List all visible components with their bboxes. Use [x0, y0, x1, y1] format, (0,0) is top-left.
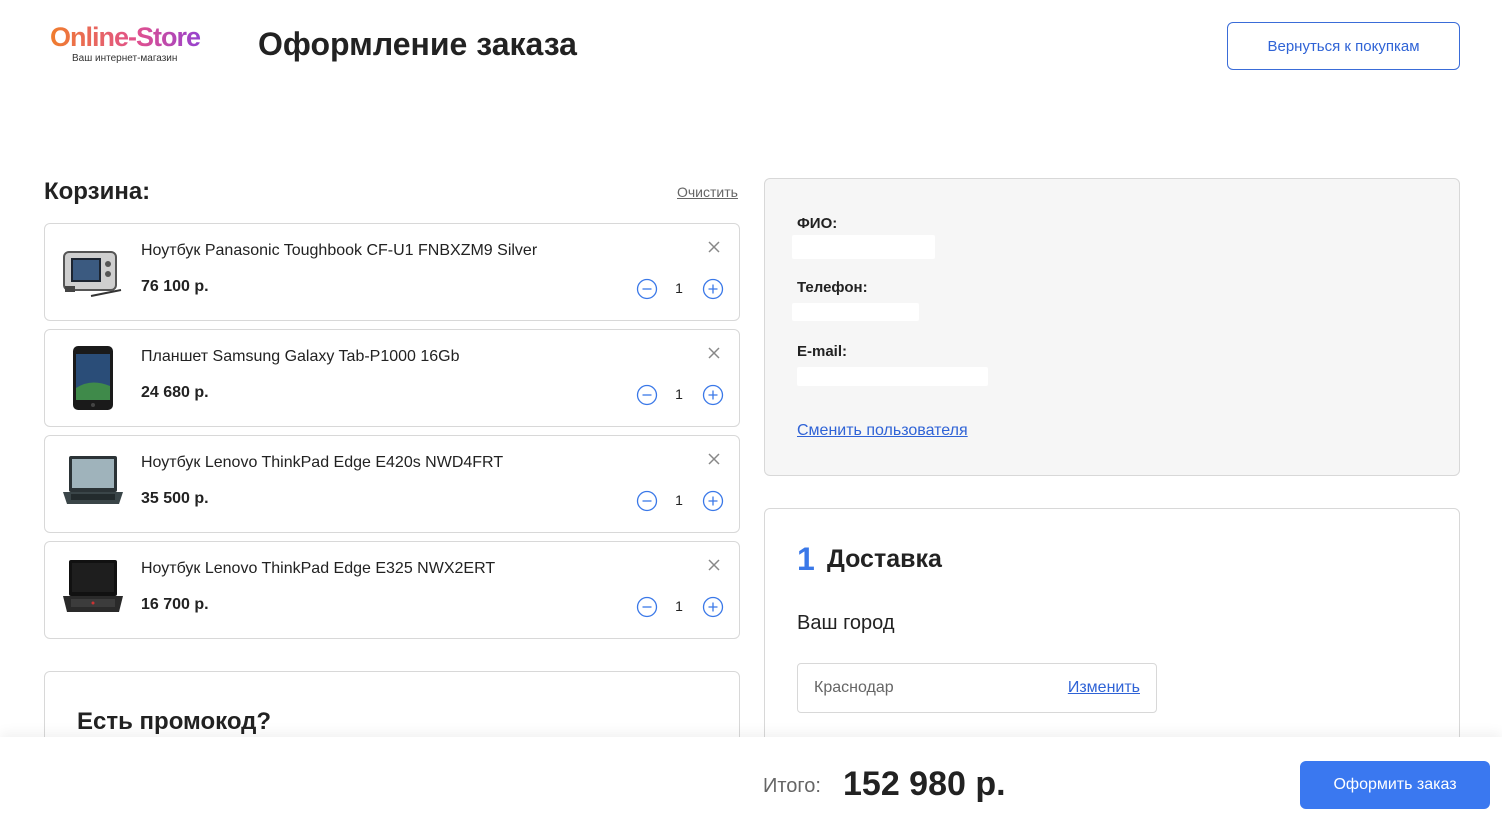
rugged-laptop-image[interactable] [61, 238, 125, 304]
delivery-title: Доставка [827, 545, 942, 573]
total-label: Итого: [763, 775, 821, 797]
change-city-link[interactable]: Изменить [1068, 679, 1140, 697]
decrease-quantity-icon[interactable] [636, 278, 658, 300]
item-price: 24 680 р. [141, 384, 209, 401]
page-title: Оформление заказа [258, 26, 577, 62]
remove-item-icon[interactable] [705, 238, 723, 256]
city-value: Краснодар [814, 679, 894, 696]
cart-item: Ноутбук Lenovo ThinkPad Edge E325 NWX2ER… [44, 541, 740, 639]
decrease-quantity-icon[interactable] [636, 596, 658, 618]
laptop-image[interactable] [61, 450, 125, 516]
store-logo[interactable]: Online-Store Ваш интернет-магазин [50, 22, 210, 64]
email-label: E-mail: [797, 343, 848, 360]
increase-quantity-icon[interactable] [702, 384, 724, 406]
cart-item: Планшет Samsung Galaxy Tab-P1000 16Gb 24… [44, 329, 740, 427]
increase-quantity-icon[interactable] [702, 490, 724, 512]
total-value: 152 980 р. [843, 765, 1006, 803]
item-name[interactable]: Планшет Samsung Galaxy Tab-P1000 16Gb [141, 348, 460, 366]
item-name[interactable]: Ноутбук Lenovo ThinkPad Edge E325 NWX2ER… [141, 560, 495, 578]
user-info-panel: ФИО: Телефон: E-mail: Сменить пользовате… [764, 178, 1460, 476]
laptop-image[interactable] [61, 556, 125, 622]
cart-item: Ноутбук Lenovo ThinkPad Edge E420s NWD4F… [44, 435, 740, 533]
fio-value [792, 235, 935, 259]
email-value [797, 367, 988, 386]
item-name[interactable]: Ноутбук Panasonic Toughbook CF-U1 FNBXZM… [141, 242, 537, 260]
decrease-quantity-icon[interactable] [636, 490, 658, 512]
quantity-value: 1 [675, 280, 683, 296]
quantity-value: 1 [675, 492, 683, 508]
decrease-quantity-icon[interactable] [636, 384, 658, 406]
item-price: 35 500 р. [141, 490, 209, 507]
item-price: 16 700 р. [141, 596, 209, 613]
remove-item-icon[interactable] [705, 556, 723, 574]
cart-title: Корзина: [44, 178, 151, 205]
place-order-button[interactable]: Оформить заказ [1300, 761, 1490, 809]
remove-item-icon[interactable] [705, 344, 723, 362]
logo-text: Online-Store [50, 22, 210, 52]
tablet-image[interactable] [61, 344, 125, 410]
change-user-link[interactable]: Сменить пользователя [797, 422, 968, 440]
phone-label: Телефон: [797, 279, 868, 296]
increase-quantity-icon[interactable] [702, 278, 724, 300]
back-to-shopping-button[interactable]: Вернуться к покупкам [1227, 22, 1460, 70]
city-field[interactable]: Краснодар Изменить [797, 663, 1157, 713]
item-price: 76 100 р. [141, 278, 209, 295]
city-label: Ваш город [797, 612, 895, 634]
step-number: 1 [797, 541, 815, 577]
quantity-value: 1 [675, 598, 683, 614]
item-name[interactable]: Ноутбук Lenovo ThinkPad Edge E420s NWD4F… [141, 454, 503, 472]
clear-cart-link[interactable]: Очистить [677, 184, 738, 200]
order-summary-bar: Итого: 152 980 р. Оформить заказ [0, 737, 1502, 832]
phone-value [792, 303, 919, 321]
remove-item-icon[interactable] [705, 450, 723, 468]
fio-label: ФИО: [797, 215, 838, 232]
increase-quantity-icon[interactable] [702, 596, 724, 618]
quantity-value: 1 [675, 386, 683, 402]
cart-item: Ноутбук Panasonic Toughbook CF-U1 FNBXZM… [44, 223, 740, 321]
promo-title: Есть промокод? [77, 708, 272, 735]
logo-subtitle: Ваш интернет-магазин [72, 53, 178, 64]
